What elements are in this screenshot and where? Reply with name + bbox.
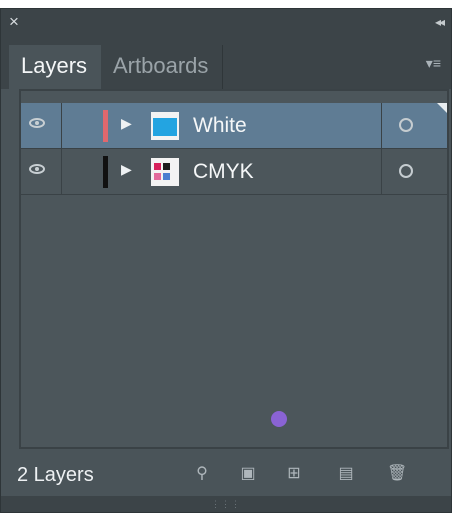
collapse-icon[interactable]: ◂◂ [435,13,445,31]
layer-thumbnail [151,158,179,186]
panel-titlebar: × ◂◂ [1,9,451,37]
layer-color-bar [103,110,108,142]
panel-menu-icon[interactable]: ▾≡ [426,55,441,72]
expand-arrow-icon[interactable]: ▶ [121,161,132,178]
cursor-dot-icon [271,411,287,427]
new-layer-icon[interactable]: ▤ [337,465,355,483]
tab-layers[interactable]: Layers [9,45,101,89]
column-divider [381,149,382,194]
column-divider [61,103,62,148]
target-circle-icon[interactable] [399,118,413,132]
column-divider [381,103,382,148]
layers-list: ▶ White ▶ CMYK [19,89,449,449]
visibility-eye-icon[interactable] [29,164,45,174]
layer-row-cmyk[interactable]: ▶ CMYK [21,149,447,195]
clipping-mask-icon[interactable]: ▣ [239,465,257,483]
layer-count: 2 Layers [17,464,94,486]
selection-corner-icon [437,103,447,113]
close-icon[interactable]: × [9,12,19,32]
tab-artboards[interactable]: Artboards [101,45,223,89]
visibility-eye-icon[interactable] [29,118,45,128]
column-divider [61,149,62,194]
resize-grip[interactable]: ⋮⋮⋮ [1,496,451,512]
layer-name[interactable]: CMYK [193,159,254,185]
trash-icon[interactable]: 🗑 [387,465,407,483]
expand-arrow-icon[interactable]: ▶ [121,115,132,132]
layer-thumbnail [151,112,179,140]
layer-color-bar [103,156,108,188]
panel-footer: 2 Layers ⚲ ▣ ⊞ ▤ 🗑 [1,449,451,499]
tab-bar: Layers Artboards ▾≡ [1,37,451,89]
layer-row-white[interactable]: ▶ White [21,103,447,149]
new-sublayer-icon[interactable]: ⊞ [285,465,303,483]
target-circle-icon[interactable] [399,164,413,178]
layers-panel: × ◂◂ Layers Artboards ▾≡ ▶ White ▶ CMYK … [0,8,452,513]
locate-object-icon[interactable]: ⚲ [193,465,211,483]
layer-name[interactable]: White [193,113,247,139]
